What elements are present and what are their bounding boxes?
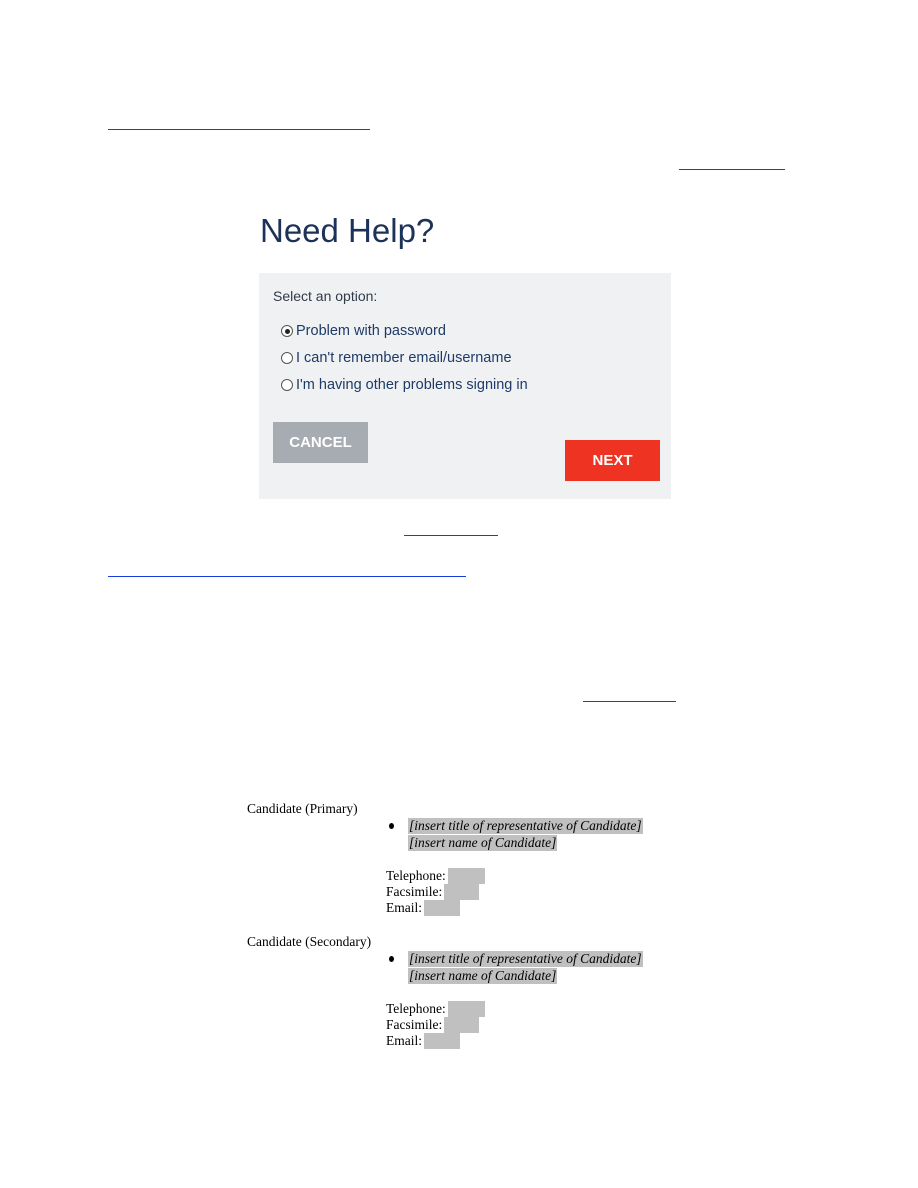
hyperlink-5[interactable] (583, 701, 676, 702)
name-placeholder: [insert name of Candidate] (408, 968, 558, 984)
facsimile-value-box (444, 1017, 480, 1033)
telephone-field: Telephone: (386, 1001, 485, 1017)
title-placeholder: [insert title of representative of Candi… (408, 818, 643, 834)
select-option-prompt: Select an option: (273, 288, 378, 304)
option-label: Problem with password (296, 323, 446, 339)
radio-unchecked-icon[interactable] (281, 352, 293, 364)
option-problem-with-password[interactable]: Problem with password (281, 323, 446, 339)
radio-unchecked-icon[interactable] (281, 379, 293, 391)
hyperlink-4[interactable] (108, 576, 466, 577)
dialog-title: Need Help? (260, 212, 435, 249)
telephone-value-box (447, 868, 485, 884)
radio-checked-icon[interactable] (281, 325, 293, 337)
option-other-problems[interactable]: I'm having other problems signing in (281, 377, 528, 393)
telephone-label: Telephone: (386, 1001, 446, 1016)
email-field: Email: (386, 1033, 460, 1049)
bullet-icon (389, 823, 394, 829)
facsimile-label: Facsimile: (386, 1017, 443, 1032)
facsimile-value-box (444, 884, 480, 900)
telephone-value-box (447, 1001, 485, 1017)
email-field: Email: (386, 900, 460, 916)
title-placeholder: [insert title of representative of Candi… (408, 951, 643, 967)
option-label: I can't remember email/username (296, 350, 512, 366)
telephone-label: Telephone: (386, 868, 446, 883)
email-value-box (424, 1033, 460, 1049)
email-label: Email: (386, 1033, 422, 1048)
option-label: I'm having other problems signing in (296, 377, 528, 393)
option-cant-remember-email[interactable]: I can't remember email/username (281, 350, 512, 366)
email-value-box (424, 900, 460, 916)
facsimile-field: Facsimile: (386, 1017, 480, 1033)
hyperlink-2[interactable] (679, 169, 785, 170)
hyperlink-3[interactable] (404, 535, 498, 536)
facsimile-label: Facsimile: (386, 884, 443, 899)
cancel-button[interactable]: CANCEL (273, 422, 368, 463)
next-button[interactable]: NEXT (565, 440, 660, 481)
telephone-field: Telephone: (386, 868, 485, 884)
name-placeholder: [insert name of Candidate] (408, 835, 558, 851)
facsimile-field: Facsimile: (386, 884, 480, 900)
email-label: Email: (386, 900, 422, 915)
need-help-panel: Select an option: Problem with password … (259, 273, 671, 499)
hyperlink-1[interactable] (108, 129, 370, 130)
contact-label-secondary: Candidate (Secondary) (247, 934, 372, 949)
contact-label-primary: Candidate (Primary) (247, 801, 358, 816)
bullet-icon (389, 956, 394, 962)
